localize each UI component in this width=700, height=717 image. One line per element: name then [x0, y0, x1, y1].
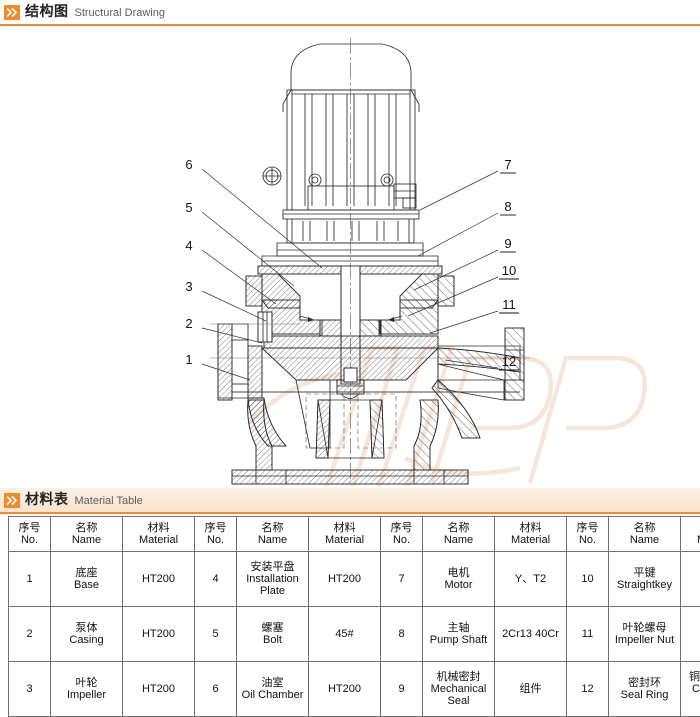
- cell-no: 5: [195, 607, 237, 662]
- structural-drawing-title-en: Structural Drawing: [75, 8, 165, 19]
- callout-right-8: 8: [504, 199, 511, 214]
- pump-cross-section-drawing: 6 5 4 3 2 1 7 8 9 10 11 12: [0, 28, 700, 486]
- cell-material: HT200: [123, 552, 195, 607]
- cell-name: 泵体 Casing: [51, 607, 123, 662]
- callout-right-9: 9: [504, 236, 511, 251]
- callout-left-2: 2: [185, 316, 192, 331]
- cell-no: 1: [9, 552, 51, 607]
- cell-name: 平键 Straightkey: [609, 552, 681, 607]
- cell-material: HT200: [309, 662, 381, 717]
- col-header-material-1: 材料 Material: [123, 517, 195, 552]
- callout-left-4: 4: [185, 238, 192, 253]
- cell-no: 4: [195, 552, 237, 607]
- cell-material: 35#: [681, 552, 700, 607]
- callout-right-7: 7: [504, 157, 511, 172]
- table-row: 3 叶轮 Impeller HT200 6 油室 Oil Chamber HT2…: [9, 662, 700, 717]
- cell-name: 电机 Motor: [423, 552, 495, 607]
- cell-name: 安装平盘 Installation Plate: [237, 552, 309, 607]
- terminal-box-detail: [263, 167, 281, 185]
- callout-right-11: 11: [502, 297, 516, 312]
- col-header-name-3: 名称 Name: [423, 517, 495, 552]
- cell-name: 叶轮螺母 Impeller Nut: [609, 607, 681, 662]
- cell-material: 铜或HT200 Copper or HT200: [681, 662, 700, 717]
- cell-material: 2Cr13 40Cr: [495, 607, 567, 662]
- callout-right-10: 10: [502, 263, 516, 278]
- callout-left-1: 1: [185, 352, 192, 367]
- col-header-material-2: 材料 Material: [309, 517, 381, 552]
- double-chevron-right-icon: [4, 5, 20, 20]
- table-row: 1 底座 Base HT200 4 安装平盘 Installation Plat…: [9, 552, 700, 607]
- material-table-section-header: 材料表 Material Table: [0, 488, 700, 514]
- material-table: 序号 No. 名称 Name 材料 Material 序号 No.: [8, 516, 700, 717]
- double-chevron-right-icon: [4, 493, 20, 508]
- material-table-wrapper: 序号 No. 名称 Name 材料 Material 序号 No.: [8, 516, 692, 717]
- cell-name: 主轴 Pump Shaft: [423, 607, 495, 662]
- col-header-name-4: 名称 Name: [609, 517, 681, 552]
- cell-no: 10: [567, 552, 609, 607]
- callout-left-6: 6: [185, 157, 192, 172]
- material-table-title-cn: 材料表: [25, 493, 69, 507]
- cell-name: 螺塞 Bolt: [237, 607, 309, 662]
- col-header-no-2: 序号 No.: [195, 517, 237, 552]
- cell-name: 机械密封 Mechanical Seal: [423, 662, 495, 717]
- cell-material: HT200: [123, 662, 195, 717]
- cell-name: 底座 Base: [51, 552, 123, 607]
- cell-no: 7: [381, 552, 423, 607]
- col-header-name-2: 名称 Name: [237, 517, 309, 552]
- cell-no: 2: [9, 607, 51, 662]
- col-header-no-1: 序号 No.: [9, 517, 51, 552]
- col-header-material-4: 材料 Material: [681, 517, 700, 552]
- col-header-no-4: 序号 No.: [567, 517, 609, 552]
- cell-no: 6: [195, 662, 237, 717]
- col-header-no-3: 序号 No.: [381, 517, 423, 552]
- callout-left-3: 3: [185, 279, 192, 294]
- col-header-material-3: 材料 Material: [495, 517, 567, 552]
- cell-material: HT200: [681, 607, 700, 662]
- table-row: 2 泵体 Casing HT200 5 螺塞 Bolt 45# 8 主轴: [9, 607, 700, 662]
- cell-no: 11: [567, 607, 609, 662]
- cell-name: 密封环 Seal Ring: [609, 662, 681, 717]
- structural-drawing-canvas: 6 5 4 3 2 1 7 8 9 10 11 12: [0, 28, 700, 486]
- structural-drawing-title-cn: 结构图: [25, 5, 69, 19]
- cell-material: HT200: [123, 607, 195, 662]
- cell-no: 3: [9, 662, 51, 717]
- cell-material: HT200: [309, 552, 381, 607]
- cell-material: 组件: [495, 662, 567, 717]
- cell-material: 45#: [309, 607, 381, 662]
- callout-left-5: 5: [185, 200, 192, 215]
- material-table-title-en: Material Table: [75, 496, 143, 507]
- cell-material: Y、T2: [495, 552, 567, 607]
- cell-name: 叶轮 Impeller: [51, 662, 123, 717]
- cell-no: 9: [381, 662, 423, 717]
- cell-no: 12: [567, 662, 609, 717]
- col-header-name-1: 名称 Name: [51, 517, 123, 552]
- callout-right-12: 12: [502, 354, 516, 369]
- page-root: 结构图 Structural Drawing: [0, 0, 700, 702]
- table-header-row: 序号 No. 名称 Name 材料 Material 序号 No.: [9, 517, 700, 552]
- cell-no: 8: [381, 607, 423, 662]
- cell-name: 油室 Oil Chamber: [237, 662, 309, 717]
- structural-drawing-section-header: 结构图 Structural Drawing: [0, 0, 700, 26]
